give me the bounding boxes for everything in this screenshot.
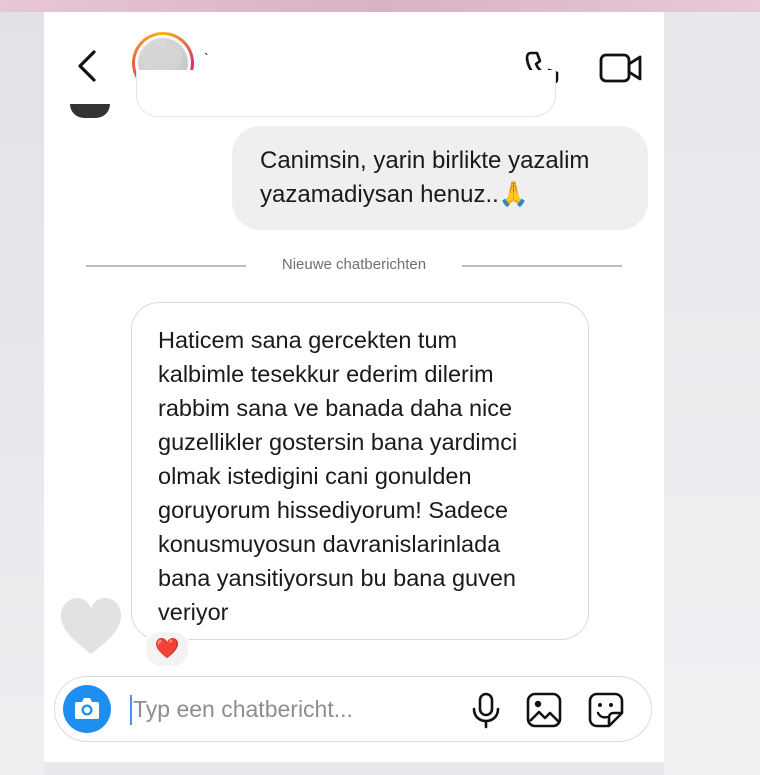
voice-message-button[interactable]: [469, 691, 503, 729]
heart-reaction[interactable]: ❤️: [144, 630, 190, 668]
microphone-icon: [472, 692, 500, 729]
gallery-button[interactable]: [525, 691, 563, 729]
previous-message-bubble: [136, 70, 556, 117]
sender-avatar[interactable]: [56, 590, 126, 660]
message-line: Canimsin, yarin birlikte yazalim: [260, 147, 590, 174]
right-background: [664, 12, 760, 775]
camera-button[interactable]: [63, 685, 111, 733]
outgoing-message-bubble[interactable]: Canimsin, yarin birlikte yazalim yazamad…: [232, 126, 648, 230]
message-line: olmak istedigini cani gonulden: [158, 463, 472, 489]
message-line: kalbimle tesekkur ederim dilerim: [158, 361, 494, 387]
new-messages-divider: Nieuwe chatberichten: [281, 256, 427, 273]
message-line: veriyor: [158, 599, 229, 625]
back-button[interactable]: [74, 48, 102, 84]
sticker-button[interactable]: [587, 691, 625, 729]
video-call-button[interactable]: [598, 48, 644, 88]
message-line: Haticem sana gercekten tum: [158, 327, 458, 353]
previous-sender-avatar: [70, 104, 110, 118]
message-composer: [54, 676, 652, 742]
message-line: guzellikler gostersin bana yardimci: [158, 429, 518, 455]
divider-line-left: [86, 265, 246, 267]
contact-name[interactable]: `: [204, 50, 209, 70]
camera-icon: [75, 698, 99, 719]
chevron-left-icon: [78, 50, 96, 82]
message-line: konusmuyosun davranislarinlada: [158, 531, 501, 557]
text-caret: [130, 695, 132, 725]
top-background-band: [0, 0, 760, 12]
left-background: [0, 12, 44, 775]
message-line: bana yansitiyorsun bu bana guven: [158, 565, 516, 591]
bottom-background-strip: [44, 762, 664, 775]
message-line: rabbim sana ve banada daha nice: [158, 395, 513, 421]
message-line: goruyorum hissediyorum! Sadece: [158, 497, 509, 523]
message-input[interactable]: [127, 685, 463, 733]
incoming-message-bubble[interactable]: Haticem sana gercekten tum kalbimle tese…: [131, 302, 589, 640]
message-line: yazamadiysan henuz..🙏: [260, 181, 529, 208]
chat-screen: ` Canimsin, yarin birlikte yazalim yazam…: [44, 12, 664, 762]
divider-line-right: [462, 265, 622, 267]
video-camera-icon: [599, 53, 642, 83]
image-icon: [526, 692, 562, 728]
sticker-icon: [588, 692, 624, 728]
